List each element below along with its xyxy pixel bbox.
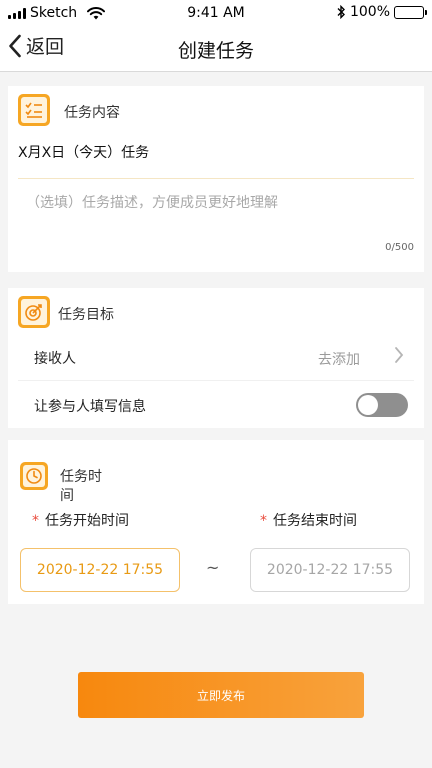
add-receiver-button[interactable]: 去添加	[318, 349, 360, 369]
task-time-card: 任务时 间 * 任务开始时间 * 任务结束时间 2020-12-22 17:55 ~…	[8, 440, 424, 604]
fill-info-toggle[interactable]	[356, 393, 408, 417]
goal-section-title: 任务目标	[58, 307, 114, 323]
start-time-picker[interactable]: 2020-12-22 17:55	[20, 548, 180, 592]
required-mark: *	[32, 513, 39, 529]
target-icon	[18, 296, 50, 328]
chevron-right-icon[interactable]	[394, 346, 404, 364]
checklist-icon	[18, 94, 50, 126]
end-time-text: 任务结束时间	[273, 513, 357, 529]
task-goal-card: 任务目标 接收人 去添加 让参与人填写信息	[8, 288, 424, 428]
required-mark: *	[260, 513, 267, 529]
clock-icon	[20, 462, 48, 490]
bluetooth-icon	[337, 5, 345, 19]
end-time-picker[interactable]: 2020-12-22 17:55	[250, 548, 410, 592]
time-title-line2: 间	[60, 488, 74, 504]
task-name-field[interactable]: X月X日（今天）任务	[18, 142, 149, 162]
nav-bar: 返回 创建任务	[0, 26, 432, 72]
page-title: 创建任务	[177, 40, 254, 62]
task-description-input[interactable]: （选填）任务描述，方便成员更好地理解	[26, 192, 278, 212]
publish-button[interactable]: 立即发布	[78, 672, 364, 718]
divider	[18, 178, 414, 179]
content-section-title: 任务内容	[64, 105, 120, 121]
row-divider	[18, 380, 414, 381]
receiver-label: 接收人	[34, 351, 76, 367]
status-right: 100%	[337, 4, 427, 20]
start-time-text: 任务开始时间	[45, 513, 129, 529]
time-section-title: 任务时 间	[60, 468, 102, 506]
time-title-line1: 任务时	[60, 469, 102, 485]
battery-percent: 100%	[349, 4, 390, 20]
range-separator: ~	[206, 558, 220, 577]
char-counter: 0/500	[385, 242, 414, 253]
status-bar: Sketch 9:41 AM 100%	[0, 0, 432, 26]
start-time-label: * 任务开始时间	[32, 510, 129, 530]
battery-icon	[394, 5, 427, 19]
fill-info-label: 让参与人填写信息	[34, 399, 146, 415]
end-time-label: * 任务结束时间	[260, 510, 357, 530]
task-content-card: 任务内容 X月X日（今天）任务 （选填）任务描述，方便成员更好地理解 0/500	[8, 86, 424, 272]
